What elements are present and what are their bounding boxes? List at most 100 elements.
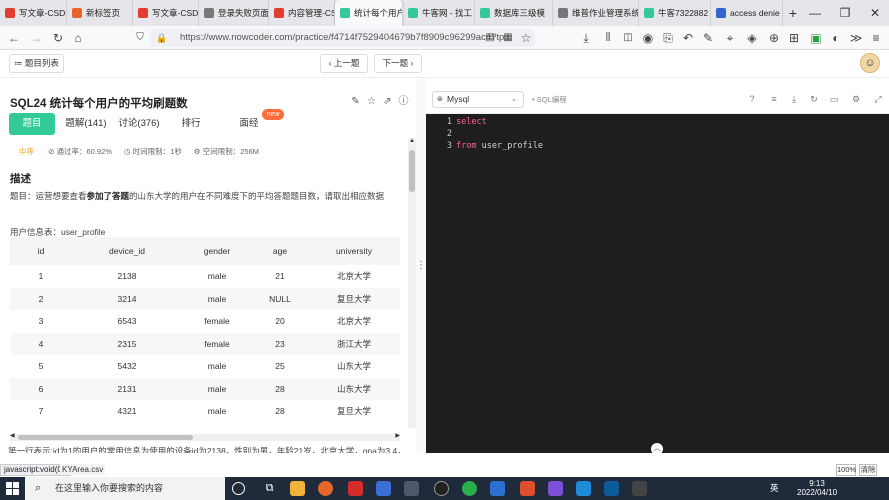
info-icon[interactable]: ⓘ bbox=[398, 96, 409, 107]
extension-1-icon[interactable]: ◉ bbox=[640, 30, 656, 46]
browser-tab-3[interactable]: 写文章-CSDN bbox=[133, 0, 199, 26]
app-icon-8[interactable] bbox=[632, 481, 647, 496]
panel-resizer[interactable]: ⋮ bbox=[416, 79, 426, 453]
download-icon[interactable]: ⤓ bbox=[578, 30, 594, 46]
extension-7-icon[interactable]: ⊕ bbox=[766, 30, 782, 46]
browser-tab-9[interactable]: 维普作业管理系统 bbox=[553, 0, 639, 26]
app-icon-7[interactable] bbox=[604, 481, 619, 496]
browser-tab-8[interactable]: 数据库三级模 bbox=[475, 0, 553, 26]
system-clock[interactable]: 9:13 2022/04/10 bbox=[797, 479, 837, 497]
scroll-left-icon[interactable]: ◀ bbox=[10, 432, 15, 439]
refresh-icon[interactable]: ↻ bbox=[808, 93, 820, 105]
app-icon-1[interactable] bbox=[376, 481, 391, 496]
star-icon[interactable]: ☆ bbox=[366, 96, 377, 107]
extension-9-icon[interactable]: ▣ bbox=[808, 30, 824, 46]
windows-start-icon[interactable] bbox=[6, 482, 19, 495]
scroll-right-icon[interactable]: ▶ bbox=[395, 432, 400, 439]
task-view-icon[interactable]: ⧉ bbox=[262, 481, 277, 496]
file-explorer-icon[interactable] bbox=[290, 481, 305, 496]
browser-tab-1[interactable]: 写文章-CSDN bbox=[0, 0, 67, 26]
extension-8-icon[interactable]: ⊞ bbox=[786, 30, 802, 46]
extension-6-icon[interactable]: ◈ bbox=[744, 30, 760, 46]
horizontal-scrollbar[interactable]: ◀ ▶ bbox=[10, 432, 400, 441]
line-number: 2 bbox=[446, 129, 452, 139]
shield-icon[interactable]: ⛉ bbox=[132, 30, 148, 46]
browser-tab-4[interactable]: 登录失败页面 bbox=[199, 0, 269, 26]
avatar[interactable]: ☺ bbox=[860, 53, 880, 73]
forward-icon[interactable]: → bbox=[28, 30, 44, 46]
column-header: device_id bbox=[72, 237, 182, 265]
fullscreen-icon[interactable]: ⤢ bbox=[872, 93, 884, 105]
close-window-button[interactable]: ✕ bbox=[860, 0, 889, 26]
firefox-icon[interactable] bbox=[318, 481, 333, 496]
code-editor[interactable]: 1 select 2 3 from user_profile bbox=[426, 114, 889, 453]
app-icon-4[interactable] bbox=[490, 481, 505, 496]
bookmark-star-icon[interactable]: ☆ bbox=[518, 30, 534, 46]
qr-icon[interactable]: ▦ bbox=[500, 30, 516, 46]
maximize-button[interactable]: ❐ bbox=[830, 0, 860, 26]
browser-tab-7[interactable]: 牛客网 - 找工 bbox=[403, 0, 475, 26]
zoom-level[interactable]: 100% bbox=[836, 464, 856, 476]
share-icon[interactable]: ⇗ bbox=[382, 96, 393, 107]
desc-bold: 参加了答题 bbox=[86, 191, 130, 201]
user-profile-table: iddevice_idgenderageuniversitygpaac 1213… bbox=[10, 237, 400, 420]
language-select[interactable]: ⊜ Mysql ⌄ bbox=[432, 91, 524, 108]
next-question-button[interactable]: 下一题 › bbox=[374, 54, 422, 73]
code-line[interactable]: 3 from user_profile bbox=[426, 140, 543, 152]
scrollbar-thumb[interactable] bbox=[409, 150, 415, 192]
app-icon-2[interactable] bbox=[404, 481, 419, 496]
browser-tab-10[interactable]: 牛客7322882 bbox=[639, 0, 711, 26]
home-icon[interactable]: ⌂ bbox=[70, 30, 86, 46]
browser-tab-label: 统计每个用户 bbox=[354, 8, 403, 18]
tab-question[interactable]: 题目 bbox=[9, 113, 55, 135]
url-input[interactable]: 🔒 https://www.nowcoder.com/practice/f471… bbox=[150, 29, 535, 47]
extension-3-icon[interactable]: ↶ bbox=[680, 30, 696, 46]
settings-icon[interactable]: ⚙ bbox=[850, 93, 862, 105]
wechat-icon[interactable] bbox=[462, 481, 477, 496]
ime-indicator[interactable]: 英 bbox=[770, 477, 779, 500]
download-file[interactable]: KYArea.csv bbox=[60, 464, 106, 475]
browser-tab-5[interactable]: 内容管理-CSDN bbox=[269, 0, 335, 26]
tab-solutions[interactable]: 题解(141) bbox=[61, 113, 111, 135]
reader-icon[interactable]: ▤ bbox=[482, 30, 498, 46]
back-icon[interactable]: ← bbox=[6, 30, 22, 46]
text-icon[interactable]: ≡ bbox=[768, 93, 780, 105]
app-icon-3[interactable] bbox=[434, 481, 449, 496]
minimize-button[interactable]: — bbox=[800, 0, 830, 26]
scrollbar-thumb[interactable] bbox=[18, 435, 193, 440]
reload-icon[interactable]: ↻ bbox=[50, 30, 66, 46]
cortana-icon[interactable] bbox=[232, 482, 245, 495]
app-icon-5[interactable] bbox=[520, 481, 535, 496]
frame-icon[interactable]: ▭ bbox=[828, 93, 840, 105]
app-icon-6[interactable] bbox=[548, 481, 563, 496]
extension-11-icon[interactable]: ≫ bbox=[848, 30, 864, 46]
tab-discussion[interactable]: 讨论(376) bbox=[117, 113, 161, 135]
question-list-button[interactable]: ≔ 题目列表 bbox=[9, 54, 64, 73]
browser-tab-11[interactable]: access denie bbox=[711, 0, 783, 26]
extension-10-icon[interactable]: ◐ bbox=[828, 30, 844, 46]
tab-ranking[interactable]: 排行 bbox=[171, 113, 211, 135]
browser-tab-6[interactable]: 统计每个用户✕ bbox=[335, 0, 403, 26]
tab-favicon-icon bbox=[480, 8, 490, 18]
prev-question-button[interactable]: ‹ 上一题 bbox=[320, 54, 368, 73]
code-line[interactable]: 1 select bbox=[426, 116, 487, 128]
vertical-scrollbar[interactable]: ▲ bbox=[408, 138, 416, 428]
extension-4-icon[interactable]: ✎ bbox=[700, 30, 716, 46]
clear-button[interactable]: 清除 bbox=[859, 464, 877, 476]
sidebar-icon[interactable]: ◫ bbox=[620, 30, 636, 46]
data-table: iddevice_idgenderageuniversitygpaac 1213… bbox=[10, 237, 400, 420]
browser-tab-2[interactable]: 新标签页 bbox=[67, 0, 133, 26]
download-code-icon[interactable]: ⤓ bbox=[788, 93, 800, 105]
library-icon[interactable]: ⫼ bbox=[600, 30, 616, 46]
edit-icon[interactable]: ✎ bbox=[350, 96, 361, 107]
wps-icon[interactable] bbox=[348, 481, 363, 496]
help-icon[interactable]: ? bbox=[746, 93, 758, 105]
menu-icon[interactable]: ≡ bbox=[868, 30, 884, 46]
taskbar-search-input[interactable]: ⌕ 在这里输入你要搜索的内容 bbox=[25, 477, 225, 500]
vscode-icon[interactable] bbox=[576, 481, 591, 496]
code-line[interactable]: 2 bbox=[426, 128, 456, 140]
scroll-up-icon[interactable]: ▲ bbox=[409, 138, 415, 144]
extension-2-icon[interactable]: ⎘ bbox=[660, 30, 676, 46]
extension-5-icon[interactable]: ⌖ bbox=[722, 30, 738, 46]
tab-favicon-icon bbox=[274, 8, 284, 18]
